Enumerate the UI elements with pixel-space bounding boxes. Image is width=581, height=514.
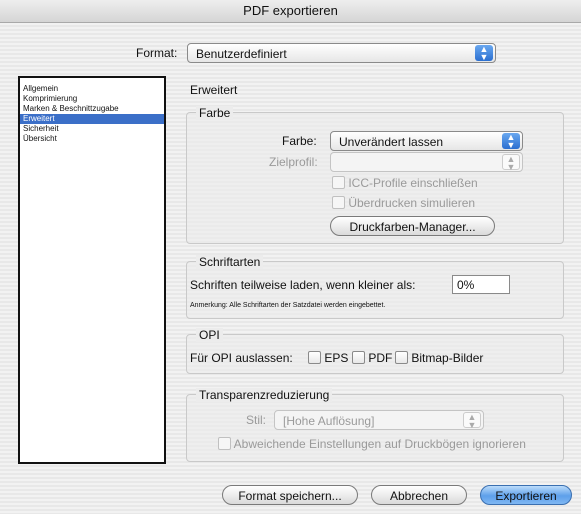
- ueberdrucken-checkbox-row[interactable]: Überdrucken simulieren: [332, 196, 475, 210]
- farbe-value: Unverändert lassen: [339, 135, 444, 149]
- zielprofil-popup[interactable]: ▲ ▼: [330, 152, 523, 172]
- ignore-checkbox-row[interactable]: Abweichende Einstellungen auf Druckbögen…: [218, 437, 526, 451]
- sidebar-item-komprimierung[interactable]: Komprimierung: [20, 94, 164, 104]
- icc-checkbox-row[interactable]: ICC-Profile einschließen: [332, 176, 478, 190]
- pdf-checkbox[interactable]: [352, 351, 365, 364]
- bitmap-checkbox-row[interactable]: Bitmap-Bilder: [395, 351, 483, 365]
- format-label: Format:: [136, 46, 178, 60]
- sidebar-item-marken[interactable]: Marken & Beschnittzugabe: [20, 104, 164, 114]
- ignore-checkbox[interactable]: [218, 437, 231, 450]
- format-speichern-button[interactable]: Format speichern...: [222, 485, 358, 505]
- format-value: Benutzerdefiniert: [196, 47, 287, 61]
- icc-label: ICC-Profile einschließen: [348, 176, 478, 190]
- bitmap-label: Bitmap-Bilder: [411, 351, 484, 365]
- pdf-checkbox-row[interactable]: PDF: [352, 351, 392, 365]
- format-popup[interactable]: Benutzerdefiniert ▲ ▼: [187, 43, 496, 63]
- zielprofil-label: Zielprofil:: [269, 155, 318, 169]
- transparenz-group-title: Transparenzreduzierung: [196, 388, 333, 402]
- stil-popup[interactable]: [Hohe Auflösung] ▲ ▼: [274, 410, 484, 430]
- druckfarben-manager-button[interactable]: Druckfarben-Manager...: [330, 216, 495, 236]
- stil-label: Stil:: [246, 413, 267, 427]
- sidebar-item-sicherheit[interactable]: Sicherheit: [20, 124, 164, 134]
- ueberdrucken-label: Überdrucken simulieren: [348, 196, 476, 210]
- section-title: Erweitert: [190, 83, 238, 97]
- stil-value: [Hohe Auflösung]: [283, 414, 375, 428]
- popup-arrows-icon: ▲ ▼: [475, 45, 493, 62]
- schriftarten-group-title: Schriftarten: [196, 255, 264, 269]
- schriftarten-note: Anmerkung: Alle Schriftarten der Satzdat…: [190, 302, 386, 309]
- bitmap-checkbox[interactable]: [395, 351, 408, 364]
- sidebar-item-erweitert[interactable]: Erweitert: [20, 114, 164, 124]
- pdf-label: PDF: [368, 351, 393, 365]
- exportieren-button[interactable]: Exportieren: [480, 485, 572, 505]
- eps-checkbox-row[interactable]: EPS: [308, 351, 348, 365]
- teilweise-label: Schriften teilweise laden, wenn kleiner …: [190, 278, 416, 292]
- category-list[interactable]: Allgemein Komprimierung Marken & Beschni…: [18, 76, 166, 464]
- sidebar-item-uebersicht[interactable]: Übersicht: [20, 134, 164, 144]
- opi-auslassen-label: Für OPI auslassen:: [190, 351, 293, 365]
- popup-arrows-icon: ▲ ▼: [502, 154, 520, 172]
- popup-arrows-icon: ▲ ▼: [463, 412, 481, 430]
- teilweise-input[interactable]: 0%: [452, 275, 510, 294]
- opi-group-title: OPI: [196, 328, 223, 342]
- farbe-group-title: Farbe: [196, 106, 234, 120]
- icc-checkbox[interactable]: [332, 176, 345, 189]
- ueberdrucken-checkbox[interactable]: [332, 196, 345, 209]
- sidebar-item-allgemein[interactable]: Allgemein: [20, 84, 164, 94]
- abbrechen-button[interactable]: Abbrechen: [371, 485, 467, 505]
- eps-label: EPS: [324, 351, 349, 365]
- farbe-popup[interactable]: Unverändert lassen ▲ ▼: [330, 131, 523, 151]
- farbe-label: Farbe:: [282, 134, 317, 148]
- window-title: PDF exportieren: [0, 0, 581, 23]
- popup-arrows-icon: ▲ ▼: [502, 133, 520, 150]
- eps-checkbox[interactable]: [308, 351, 321, 364]
- ignore-label: Abweichende Einstellungen auf Druckbögen…: [233, 437, 526, 451]
